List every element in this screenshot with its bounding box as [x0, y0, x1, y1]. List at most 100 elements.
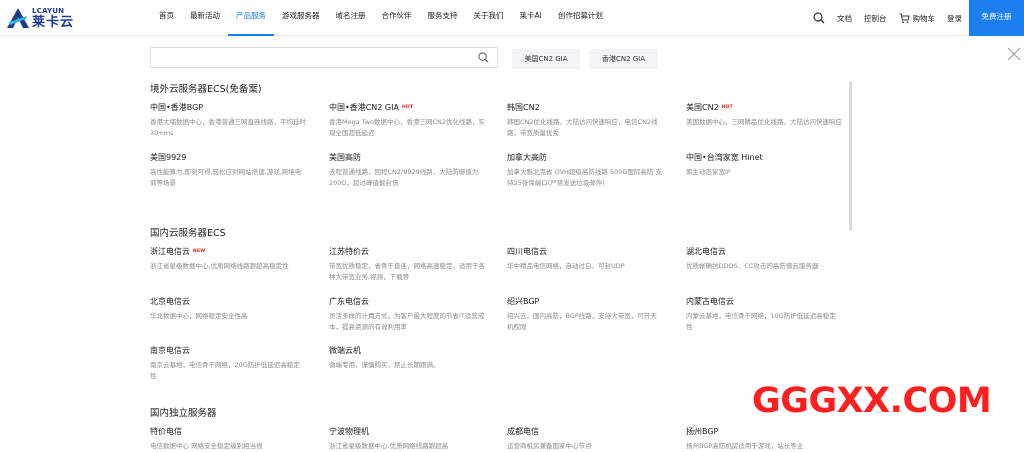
nav-item-creator-program[interactable]: 创作招募计划	[550, 0, 611, 36]
cart-icon	[899, 13, 910, 23]
search-icon[interactable]	[478, 52, 489, 63]
logo-text-cn: 莱卡云	[32, 14, 75, 30]
product-item[interactable]: 中国•香港CN2 GIA HOT 香港Mega Two数据中心，香港三网CN2优化…	[329, 102, 485, 139]
new-badge: NEW	[193, 249, 206, 254]
product-name: 加拿大高防	[507, 153, 547, 162]
product-name: 绍兴BGP	[507, 297, 540, 306]
main-nav: 首页 最新活动 产品服务 游戏服务器 域名注册 合作伙伴 服务支持 关于我们 莱…	[151, 0, 611, 36]
product-desc: 香港Mega Two数据中心，香港三网CN2优化线路，实现全国超低延迟	[329, 118, 486, 137]
product-name: 美国高防	[329, 153, 361, 162]
nav-item-products[interactable]: 产品服务	[228, 0, 274, 36]
brand-logo[interactable]: LCAYUN 莱卡云	[6, 6, 76, 30]
nav-item-domains[interactable]: 域名注册	[328, 0, 374, 36]
nav-item-partners[interactable]: 合作伙伴	[374, 0, 420, 36]
watermark-text: GGGXX.COM	[752, 381, 992, 421]
hot-badge: HOT	[721, 105, 733, 110]
quick-link-us-cn2-gia[interactable]: 美国CN2 GIA	[512, 49, 580, 69]
product-desc: 浙江省星级数据中心,优质网络线路跟超高	[329, 442, 449, 450]
product-name: 成都电信	[507, 427, 539, 436]
product-name: 美国9929	[150, 153, 187, 162]
nav-item-game-servers[interactable]: 游戏服务器	[274, 0, 328, 36]
product-item[interactable]: 南京电信云 南京云基地，电信骨干网络，20G防护低延迟高稳定性	[150, 345, 306, 382]
nav-item-support[interactable]: 服务支持	[420, 0, 466, 36]
product-desc: 扬州BGP高防机房适用于游戏，站长等业	[686, 442, 804, 450]
logo-mark-icon	[7, 8, 29, 28]
product-item[interactable]: 中国•香港BGP 香港大埔数据中心，香港普通三网直连线路，平均延时30+ms	[150, 102, 306, 139]
product-name: 美国CN2	[686, 103, 719, 112]
product-name: 中国•香港BGP	[150, 103, 204, 112]
product-item[interactable]: 韩国CN2 韩国CN2优化线路，大陆访问快速响应，电信CN2线路，带宽质量优秀	[507, 102, 663, 139]
header-tools: 文档 控制台 购物车 登录	[813, 0, 962, 36]
product-desc: 韩国CN2优化线路，大陆访问快速响应，电信CN2线路，带宽质量优秀	[507, 118, 658, 137]
hot-badge: HOT	[401, 105, 414, 110]
product-name: 中国•香港CN2 GIA	[329, 103, 399, 112]
product-name: 内蒙古电信云	[686, 297, 734, 306]
top-navigation-bar: LCAYUN 莱卡云 首页 最新活动 产品服务 游戏服务器 域名注册 合作伙伴 …	[0, 0, 1024, 36]
login-link[interactable]: 登录	[947, 13, 962, 24]
product-desc: 加拿大魁北克省 OVH超级高防线路 500G国际高防 支持25张保端口(严禁发送…	[507, 168, 662, 187]
product-desc: 美国数据中心，三网精品优化线路，大陆访问快速响应	[686, 118, 842, 126]
product-item[interactable]: 浙江电信云 NEW 浙江省星级数据中心,优质网络线路跟超高稳定性	[150, 246, 306, 272]
menu-scrollbar[interactable]	[849, 81, 852, 231]
section-title-overseas-ecs: 境外云服务器ECS(免备案)	[150, 84, 262, 95]
product-item[interactable]: 特价电信 电信数据中心 网络安全稳定级别相当很	[150, 426, 306, 452]
product-item[interactable]: 扬州BGP 扬州BGP高防机房适用于游戏，站长等业	[686, 426, 842, 452]
product-desc: 微端专用，谨慎购买，禁止长期跑满。	[329, 361, 440, 369]
product-name: 湖北电信云	[686, 247, 726, 256]
product-desc: 优质帐确抗DDOS、CC攻击的高防御云服务器	[686, 262, 819, 270]
product-item[interactable]: 北京电信云 华北数据中心，网络稳定安全性高	[150, 296, 306, 322]
register-button[interactable]: 免费注册	[969, 0, 1024, 36]
nav-item-home[interactable]: 首页	[151, 0, 182, 36]
cart-label: 购物车	[912, 13, 936, 23]
product-name: 韩国CN2	[507, 103, 540, 112]
nav-item-about[interactable]: 关于我们	[466, 0, 512, 36]
product-desc: 浙江省星级数据中心,优质网络线路跟超高稳定性	[150, 262, 289, 270]
product-item[interactable]: 宁波物理机 浙江省星级数据中心,优质网络线路跟超高	[329, 426, 485, 452]
docs-link[interactable]: 文档	[837, 13, 852, 24]
product-desc: 南京云基地，电信骨干网络，20G防护低延迟高稳定性	[150, 361, 300, 380]
product-name: 南京电信云	[150, 346, 190, 355]
product-desc: 去程普通线路，回程CN2/9929线路，大陆防御值为200G，超过峰值解封快	[329, 168, 479, 187]
product-name: 广东电信云	[329, 297, 369, 306]
nav-item-promotions[interactable]: 最新活动	[182, 0, 228, 36]
product-item[interactable]: 美国CN2 HOT 美国数据中心，三网精品优化线路，大陆访问快速响应	[686, 102, 842, 128]
product-name: 江苏特价云	[329, 247, 369, 256]
product-search-input[interactable]	[151, 51, 471, 70]
product-desc: 华北数据中心，网络稳定安全性高	[150, 312, 248, 320]
product-name: 北京电信云	[150, 297, 190, 306]
product-item[interactable]: 内蒙古电信云 内蒙云基地，电信骨干网络，10G防护低延迟高稳定性	[686, 296, 842, 333]
product-item[interactable]: 微端云机 微端专用，谨慎购买，禁止长期跑满。	[329, 345, 485, 371]
product-item[interactable]: 绍兴BGP 绍兴云，国内高防，BGP线路，支持大带宽，可开天机权限	[507, 296, 663, 333]
console-link[interactable]: 控制台	[864, 13, 887, 24]
product-desc: 香港大埔数据中心，香港普通三网直连线路，平均延时30+ms	[150, 118, 306, 137]
product-item[interactable]: 中国•台湾家宽 Hinet 原生动态家宽IP	[686, 152, 842, 178]
product-name: 特价电信	[150, 427, 182, 436]
product-desc: 内蒙云基地，电信骨干网络，10G防护低延迟高稳定性	[686, 312, 836, 331]
cart-link[interactable]: 购物车	[899, 13, 936, 24]
product-name: 扬州BGP	[686, 427, 719, 436]
product-name: 中国•台湾家宽 Hinet	[686, 153, 763, 162]
close-icon[interactable]	[1007, 47, 1021, 61]
product-item[interactable]: 湖北电信云 优质帐确抗DDOS、CC攻击的高防御云服务器	[686, 246, 842, 272]
logo-text-en: LCAYUN	[32, 6, 65, 15]
nav-item-ai[interactable]: 莱卡AI	[512, 0, 550, 36]
product-name: 微端云机	[329, 346, 361, 355]
product-desc: 绍兴云，国内高防，BGP线路，支持大带宽，可开天机权限	[507, 312, 657, 331]
product-desc: 电信数据中心 网络安全稳定级别相当很	[150, 442, 263, 450]
product-desc: 高性能算力,即刻可得,轻松应对网站搭建,游戏,跨境电商等场景	[150, 168, 302, 187]
product-item[interactable]: 广东电信云 灵活多样的计费方式，为客户最大程度的节省IT运营成本，提高资源的有效…	[329, 296, 485, 333]
product-item[interactable]: 美国9929 高性能算力,即刻可得,轻松应对网站搭建,游戏,跨境电商等场景	[150, 152, 306, 189]
quick-link-hk-cn2-gia[interactable]: 香港CN2 GIA	[589, 49, 658, 69]
product-item[interactable]: 四川电信云 华中精品电信网络，自动过白，可封UDP	[507, 246, 663, 272]
product-item[interactable]: 美国高防 去程普通线路，回程CN2/9929线路，大陆防御值为200G，超过峰值…	[329, 152, 485, 189]
product-name: 浙江电信云	[150, 247, 190, 256]
product-item[interactable]: 成都电信 运营商机房兼备国家中心节点	[507, 426, 663, 452]
product-item[interactable]: 江苏特价云 带宽优质稳定，省骨干直连，网络高速稳定，适用于各种大带宽业务,视频，…	[329, 246, 485, 283]
product-desc: 华中精品电信网络，自动过白，可封UDP	[507, 262, 625, 270]
search-icon[interactable]	[813, 12, 825, 24]
product-search	[150, 47, 498, 70]
product-desc: 带宽优质稳定，省骨干直连，网络高速稳定，适用于各种大带宽业务,视频，下载等	[329, 262, 485, 281]
product-item[interactable]: 加拿大高防 加拿大魁北克省 OVH超级高防线路 500G国际高防 支持25张保端…	[507, 152, 663, 189]
product-desc: 原生动态家宽IP	[686, 168, 731, 176]
product-name: 宁波物理机	[329, 427, 369, 436]
